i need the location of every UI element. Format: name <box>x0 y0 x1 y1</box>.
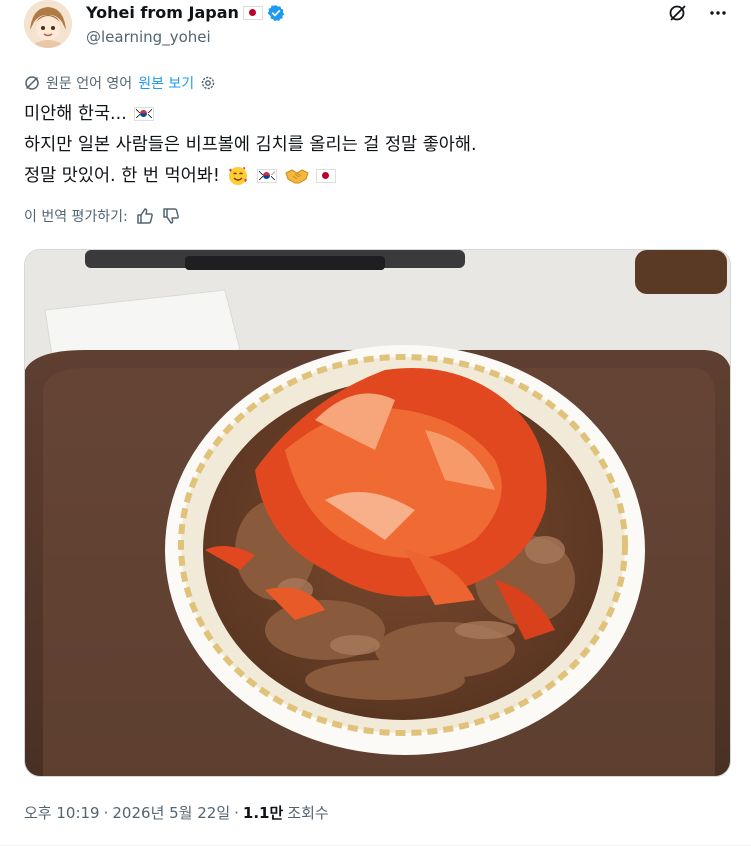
display-name[interactable]: Yohei from Japan <box>86 3 239 22</box>
separator-dot: · <box>103 803 109 822</box>
grok-icon[interactable] <box>667 2 689 24</box>
japan-flag-icon <box>316 169 337 183</box>
more-icon[interactable] <box>707 2 729 24</box>
smiling-face-with-hearts-icon <box>229 166 248 185</box>
tweet-date[interactable]: 2026년 5월 22일 <box>112 802 230 823</box>
handshake-icon <box>284 169 309 184</box>
name-row: Yohei from Japan <box>86 3 285 22</box>
rate-translation-label: 이 번역 평가하기: <box>24 209 128 225</box>
tweet-photo[interactable] <box>24 249 731 777</box>
avatar[interactable] <box>24 0 72 48</box>
korea-flag-icon <box>134 107 155 121</box>
tweet-line-3: 정말 맛있어. 한 번 먹어봐! <box>24 166 220 186</box>
settings-icon[interactable] <box>200 75 216 91</box>
verified-badge-icon <box>267 4 285 21</box>
show-original-link[interactable]: 원본 보기 <box>138 73 194 93</box>
japan-flag-icon <box>242 5 263 20</box>
translate-icon <box>25 76 39 90</box>
tweet-header: Yohei from Japan @learning_yohei <box>24 0 729 52</box>
translation-label: 원문 언어 영어 <box>46 76 133 92</box>
gyudon-kimchi-image <box>25 250 730 776</box>
korea-flag-icon <box>257 169 277 183</box>
tweet-time[interactable]: 오후 10:19 <box>24 802 100 823</box>
tweet-text-line: 미안해 한국... <box>24 99 729 130</box>
thumbs-up-icon[interactable] <box>136 207 154 225</box>
tweet-line-2: 하지만 일본 사람들은 비프볼에 김치를 올리는 걸 정말 좋아해. <box>24 135 477 155</box>
thumbs-down-icon[interactable] <box>162 207 180 225</box>
views-count: 1.1만 <box>242 804 284 822</box>
rate-translation: 이 번역 평가하기: <box>24 206 180 226</box>
tweet-meta: 오후 10:19 · 2026년 5월 22일 · 1.1만 조회수 <box>24 802 329 823</box>
tweet-text-line: 정말 맛있어. 한 번 먹어봐! <box>24 161 729 192</box>
tweet-text-line: 하지만 일본 사람들은 비프볼에 김치를 올리는 걸 정말 좋아해. <box>24 130 729 161</box>
header-actions <box>667 2 729 24</box>
views-label: 조회수 <box>287 804 329 822</box>
translation-bar: 원문 언어 영어 원본 보기 <box>24 73 216 93</box>
separator-dot: · <box>234 803 239 822</box>
user-handle[interactable]: @learning_yohei <box>86 28 211 46</box>
tweet-text: 미안해 한국... 하지만 일본 사람들은 비프볼에 김치를 올리는 걸 정말 … <box>24 99 729 192</box>
tweet-line-1: 미안해 한국... <box>24 104 127 124</box>
